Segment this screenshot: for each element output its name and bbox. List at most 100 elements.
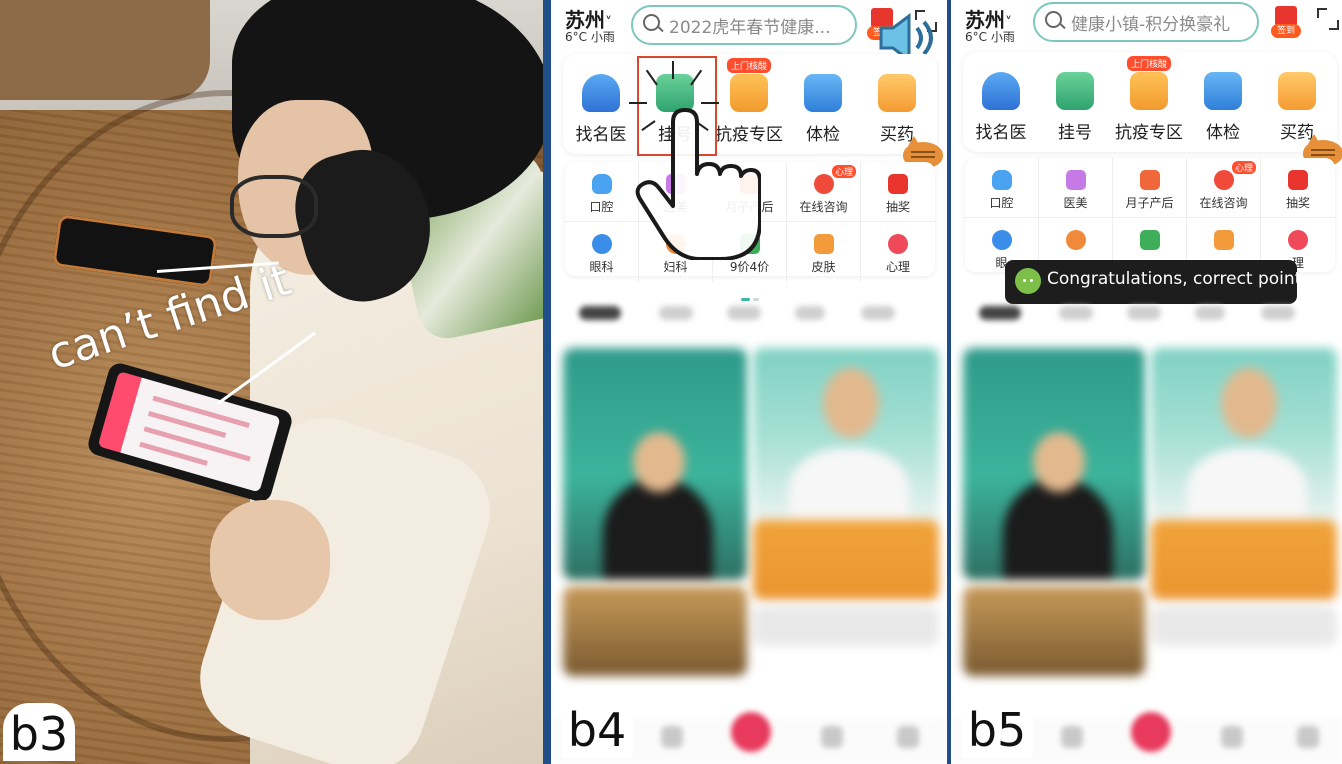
hand-skin-icon <box>813 234 834 254</box>
tooth-icon <box>591 174 612 194</box>
feed-card-image[interactable] <box>1151 348 1337 528</box>
sub-service[interactable]: 抽奖 <box>861 162 935 222</box>
page-indicator <box>741 286 762 301</box>
feed-tab[interactable] <box>861 306 895 320</box>
sub-service[interactable]: 口腔 <box>565 162 639 222</box>
hot-tag: 上门核酸 <box>1126 56 1172 71</box>
sub-service-label: 月子产后 <box>1125 196 1174 210</box>
person-glasses <box>230 175 318 238</box>
tap-ray <box>629 102 647 104</box>
sub-service[interactable]: 抽奖 <box>1261 158 1335 218</box>
main-services-card: 找名医 挂号 上门核酸 抗疫专区 体检 买药 <box>963 52 1337 152</box>
postpartum-icon <box>1139 170 1160 190</box>
feed-tab[interactable] <box>727 306 761 320</box>
consult-icon <box>813 174 834 194</box>
sub-service[interactable]: 口腔 <box>965 158 1039 218</box>
sub-service[interactable]: 心理 在线咨询 <box>1187 158 1261 218</box>
service-label: 体检 <box>1206 123 1240 143</box>
feed-card-image[interactable] <box>963 586 1145 676</box>
service-checkup[interactable]: 体检 <box>785 74 861 145</box>
service-label: 找名医 <box>975 123 1027 143</box>
service-covid-zone[interactable]: 上门核酸 抗疫专区 <box>1111 56 1187 143</box>
feed-card-banner[interactable] <box>753 520 939 600</box>
sub-service-label: 抽奖 <box>1285 196 1310 210</box>
feed-card-image[interactable] <box>563 586 747 676</box>
panel-divider <box>543 0 551 764</box>
register-icon <box>1056 72 1094 110</box>
sub-service[interactable]: 医美 <box>1039 158 1113 218</box>
nav-icon[interactable] <box>821 726 843 748</box>
feed-card-banner[interactable] <box>1151 520 1337 600</box>
eye-icon <box>591 234 612 254</box>
nav-icon[interactable] <box>1297 726 1319 748</box>
medicine-box-icon <box>1278 72 1316 110</box>
service-register[interactable]: 挂号 <box>1037 72 1113 143</box>
gynecology-icon <box>1065 230 1086 250</box>
panel-label-b4: b4 <box>561 700 633 758</box>
tooth-icon <box>991 170 1012 190</box>
nav-icon[interactable] <box>897 726 919 748</box>
sub-service-label: 心理 <box>885 260 910 274</box>
feed-card-image[interactable] <box>963 348 1145 580</box>
sub-service-label: 医美 <box>1063 196 1088 210</box>
feed-card-image[interactable] <box>753 348 939 528</box>
feed-tab[interactable] <box>659 306 693 320</box>
sub-service-label: 9价4价 <box>729 260 770 274</box>
consult-icon <box>1213 170 1234 190</box>
photo-panel-b3: can’t find it b3 <box>0 0 543 764</box>
sub-service[interactable]: 皮肤 <box>787 222 861 282</box>
scan-icon[interactable] <box>1317 8 1339 30</box>
search-placeholder: 2022虎年春节健康... <box>669 18 831 38</box>
feed-tab[interactable] <box>979 306 1021 320</box>
checkup-icon <box>1204 72 1242 110</box>
feed-card-text <box>753 606 939 646</box>
service-buy-medicine[interactable]: 买药 <box>859 74 935 145</box>
service-label: 挂号 <box>1058 123 1092 143</box>
chair-back <box>0 0 210 100</box>
covid-zone-icon: 上门核酸 <box>726 58 772 112</box>
service-find-doctor[interactable]: 找名医 <box>563 74 639 145</box>
checkup-icon <box>804 74 842 112</box>
sub-service[interactable]: 心理 在线咨询 <box>787 162 861 222</box>
xinli-tag: 心理 <box>831 165 856 178</box>
nav-icon[interactable] <box>661 726 683 748</box>
nav-icon[interactable] <box>1061 726 1083 748</box>
weather-text: 6°C 小雨 <box>965 30 1015 44</box>
nav-center-icon[interactable] <box>731 712 771 752</box>
nav-center-icon[interactable] <box>1131 712 1171 752</box>
feed-tab[interactable] <box>1127 306 1161 320</box>
search-input[interactable]: 2022虎年春节健康... <box>631 5 857 45</box>
service-find-doctor[interactable]: 找名医 <box>963 72 1039 143</box>
weather-text: 6°C 小雨 <box>565 30 615 44</box>
sub-service[interactable]: 月子产后 <box>1113 158 1187 218</box>
feed-tab[interactable] <box>1261 306 1295 320</box>
search-input[interactable]: 健康小镇-积分换豪礼 <box>1033 2 1259 42</box>
xinli-tag: 心理 <box>1231 161 1256 174</box>
feed-tab[interactable] <box>579 306 621 320</box>
feed-tab[interactable] <box>795 306 825 320</box>
checkin-button[interactable]: 签到 <box>1271 6 1301 38</box>
sub-service-label: 口腔 <box>989 196 1014 210</box>
panel-label-b3: b3 <box>3 703 75 761</box>
service-buy-medicine[interactable]: 买药 <box>1259 72 1335 143</box>
feed-tab[interactable] <box>1059 306 1093 320</box>
sub-service-label: 眼科 <box>589 260 614 274</box>
service-label: 体检 <box>806 125 840 145</box>
eye-icon <box>991 230 1012 250</box>
sub-services-grid: 口腔 医美 月子产后 心理 在线咨询 抽奖 眼 理 <box>965 158 1335 278</box>
feed-card-image[interactable] <box>563 348 747 580</box>
heart-icon <box>888 234 908 254</box>
tap-ray <box>701 102 719 104</box>
service-checkup[interactable]: 体检 <box>1185 72 1261 143</box>
sub-service-label: 皮肤 <box>811 260 836 274</box>
doctor-icon <box>582 74 620 112</box>
tap-ray <box>672 61 674 79</box>
feed-tab[interactable] <box>1195 306 1225 320</box>
heart-icon <box>1288 230 1308 250</box>
sub-service[interactable]: 心理 <box>861 222 935 282</box>
person-hand <box>210 500 330 620</box>
search-icon <box>643 14 660 31</box>
doctor-icon <box>982 72 1020 110</box>
sub-service[interactable]: 眼科 <box>565 222 639 282</box>
nav-icon[interactable] <box>1221 726 1243 748</box>
